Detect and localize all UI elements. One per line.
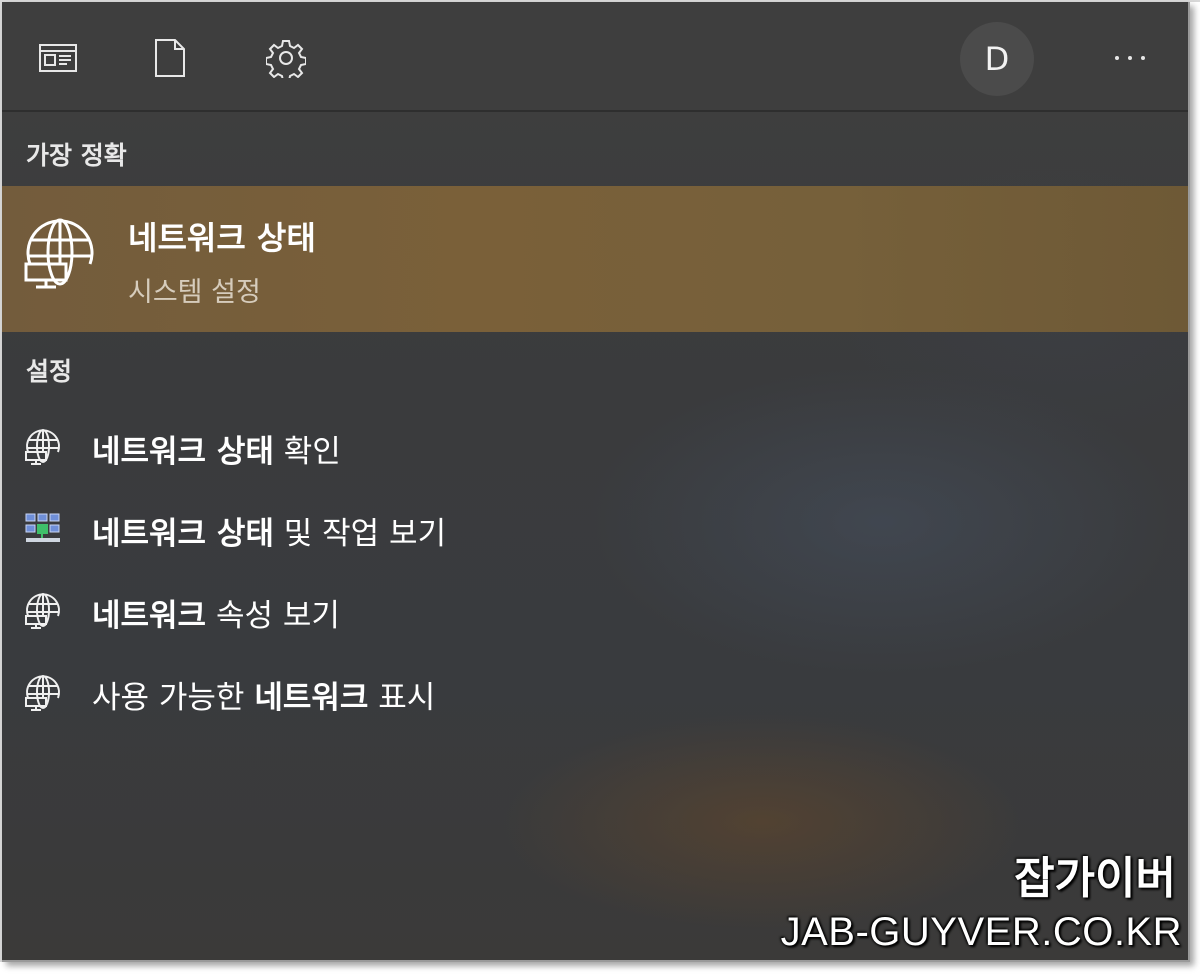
settings-item-label: 네트워크 상태 및 작업 보기: [92, 516, 447, 552]
best-match-title: 네트워크 상태: [128, 219, 316, 257]
avatar-initial: D: [984, 40, 1010, 78]
news-icon[interactable]: [36, 36, 80, 80]
watermark-url: JAB-GUYVER.CO.KR: [780, 910, 1182, 954]
network-globe-icon: [22, 216, 98, 296]
settings-item-network-status-check[interactable]: 네트워크 상태 확인: [2, 408, 1188, 486]
search-results-panel: D 가장 정확 네트워크 상태 시스템 설정 설정 네트워크 상태 확인 네트워…: [2, 2, 1190, 962]
settings-gear-icon[interactable]: [264, 36, 308, 80]
network-control-panel-icon: [24, 510, 62, 552]
watermark-name: 잡가이버: [1014, 853, 1176, 904]
network-globe-icon: [24, 592, 62, 634]
settings-item-label: 네트워크 상태 확인: [92, 434, 341, 470]
settings-item-label: 네트워크 속성 보기: [92, 598, 340, 634]
network-globe-icon: [24, 674, 62, 716]
settings-item-network-properties[interactable]: 네트워크 속성 보기: [2, 572, 1188, 650]
best-match-heading: 가장 정확: [26, 141, 127, 170]
network-globe-icon: [24, 428, 62, 470]
best-match-result[interactable]: 네트워크 상태 시스템 설정: [2, 186, 1188, 332]
user-avatar-button[interactable]: D: [960, 22, 1034, 96]
settings-item-label: 사용 가능한 네트워크 표시: [92, 680, 436, 716]
search-toolbar: D: [2, 2, 1188, 112]
settings-item-available-networks[interactable]: 사용 가능한 네트워크 표시: [2, 654, 1188, 732]
best-match-subtitle: 시스템 설정: [128, 277, 261, 308]
more-ellipsis-icon[interactable]: [1102, 36, 1158, 80]
settings-heading: 설정: [26, 357, 73, 386]
document-icon[interactable]: [148, 36, 192, 80]
settings-item-network-status-tasks[interactable]: 네트워크 상태 및 작업 보기: [2, 490, 1188, 568]
